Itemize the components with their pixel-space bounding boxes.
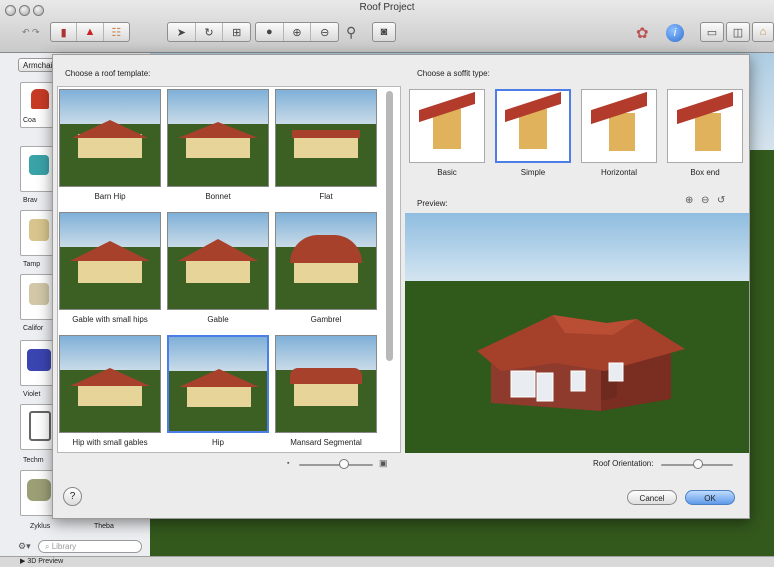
soffit-label: Box end (690, 168, 720, 177)
furniture-label: Techm (23, 457, 44, 464)
roof-preview-3d[interactable] (405, 213, 749, 453)
select-arrow-icon[interactable]: ➤ (168, 23, 196, 41)
roof-template-gable-small-hips[interactable]: Gable with small hips (59, 212, 161, 324)
roof-template-label: Barn Hip (94, 192, 126, 201)
create-dot-icon[interactable]: ● (256, 23, 284, 41)
roof-thumbnail (59, 212, 161, 310)
roof-template-hip[interactable]: Hip (167, 335, 269, 447)
thumbnail-size-knob[interactable] (339, 459, 349, 469)
soffit-label: Simple (520, 168, 546, 177)
roof-preview-render (405, 213, 749, 453)
plugin-icon[interactable]: ✿ (636, 24, 649, 42)
roof-template-label: Hip (211, 438, 224, 447)
roof-thumbnail-selected (167, 335, 269, 433)
roof-template-gable[interactable]: Gable (167, 212, 269, 324)
roof-template-barn-hip[interactable]: Barn Hip (59, 89, 161, 201)
roof-template-label: Gable with small hips (72, 315, 148, 324)
roof-template-label: Bonnet (205, 192, 231, 201)
zoom-in-icon[interactable]: ⊕ (284, 23, 312, 41)
roof-thumbnail (275, 212, 377, 310)
soffit-box-end[interactable]: Box end (667, 89, 743, 177)
window-title: Roof Project (359, 2, 415, 13)
roof-dialog: Choose a roof template: Choose a soffit … (52, 54, 750, 519)
library-search-input[interactable]: ⌕ Library (38, 540, 142, 553)
house-view-icon[interactable]: ⌂ (752, 22, 774, 42)
template-list-scrollbar[interactable] (386, 91, 393, 361)
dimension-toolbar-group: ● ⊕ ⊖ (255, 22, 339, 42)
roof-thumbnail (167, 212, 269, 310)
furniture-label: Violet (23, 391, 41, 398)
camera-icon[interactable]: ◙ (372, 22, 396, 42)
soffit-simple[interactable]: Simple (495, 89, 571, 177)
furniture-label: Califor (23, 325, 44, 332)
soffit-horizontal[interactable]: Horizontal (581, 89, 657, 177)
large-thumbnail-icon: ▣ (379, 458, 388, 468)
mode-toolbar-group: ➤ ↻ ⊞ (167, 22, 251, 42)
roof-thumbnail (275, 89, 377, 187)
reset-view-icon[interactable]: ↺ (717, 195, 725, 206)
search-placeholder: Library (51, 542, 77, 551)
furniture-label: Tamp (23, 261, 41, 268)
split-view-icon[interactable]: ◫ (726, 22, 750, 42)
soffit-basic[interactable]: Basic (409, 89, 485, 177)
info-icon[interactable]: i (666, 24, 684, 42)
create-walls-icon[interactable]: ⊞ (223, 23, 250, 41)
gear-icon[interactable]: ⚙▾ (18, 541, 31, 552)
plan-view-icon[interactable]: ▭ (700, 22, 724, 42)
furniture-label: Zyklus (30, 523, 51, 530)
ok-button[interactable]: OK (685, 490, 735, 505)
roof-template-bonnet[interactable]: Bonnet (167, 89, 269, 201)
roof-thumbnail (59, 89, 161, 187)
roof-template-hip-small-gables[interactable]: Hip with small gables (59, 335, 161, 447)
help-button[interactable]: ? (63, 487, 82, 506)
soffit-thumbnail (409, 89, 485, 163)
template-heading: Choose a roof template: (65, 69, 151, 78)
soffit-thumbnail (667, 89, 743, 163)
furniture-label: Brav (23, 197, 38, 204)
roof-template-label: Gable (207, 315, 229, 324)
cancel-button[interactable]: Cancel (627, 490, 677, 505)
disclosure-triangle-icon[interactable]: ▶ (20, 558, 25, 565)
roof-template-flat[interactable]: Flat (275, 89, 377, 201)
search-icon: ⌕ (45, 542, 52, 551)
roof-template-label: Flat (319, 192, 333, 201)
soffit-thumbnail-selected (495, 89, 571, 163)
furniture-label: Coa (23, 117, 36, 124)
furniture-toolbar-group: ▮ ▲ ☷ (50, 22, 130, 42)
import-furniture-icon[interactable]: ▲ (77, 23, 104, 41)
pan-icon[interactable]: ↻ (196, 23, 224, 41)
undo-arrows-icon[interactable]: ↶ ↷ (22, 27, 40, 38)
status-bar: ▶ 3D Preview (0, 556, 774, 567)
thumbnail-size-slider[interactable] (299, 464, 373, 466)
roof-orientation-knob[interactable] (693, 459, 703, 469)
zoom-in-icon[interactable]: ⊕ (685, 195, 693, 206)
roof-template-label: Gambrel (310, 315, 342, 324)
soffit-label: Horizontal (600, 168, 637, 177)
walker-icon[interactable]: ⚲ (346, 24, 356, 41)
3d-preview-label: 3D Preview (27, 558, 64, 565)
roof-template-gambrel[interactable]: Gambrel (275, 212, 377, 324)
roof-template-mansard-segmental[interactable]: Mansard Segmental (275, 335, 377, 447)
soffit-heading: Choose a soffit type: (417, 69, 490, 78)
furniture-label: Theba (94, 523, 114, 530)
preview-label: Preview: (417, 199, 448, 208)
roof-thumbnail (167, 89, 269, 187)
zoom-out-icon[interactable]: ⊖ (701, 195, 709, 206)
roof-orientation-label: Roof Orientation: (593, 459, 654, 468)
soffit-label: Basic (437, 168, 457, 177)
roof-template-label: Mansard Segmental (290, 438, 362, 447)
zoom-out-icon[interactable]: ⊖ (311, 23, 338, 41)
roof-thumbnail (59, 335, 161, 433)
small-thumbnail-icon: ▪ (287, 460, 290, 467)
furniture-list-icon[interactable]: ☷ (104, 23, 129, 41)
roof-template-label: Hip with small gables (72, 438, 148, 447)
add-furniture-icon[interactable]: ▮ (51, 23, 78, 41)
soffit-thumbnail (581, 89, 657, 163)
roof-thumbnail (275, 335, 377, 433)
